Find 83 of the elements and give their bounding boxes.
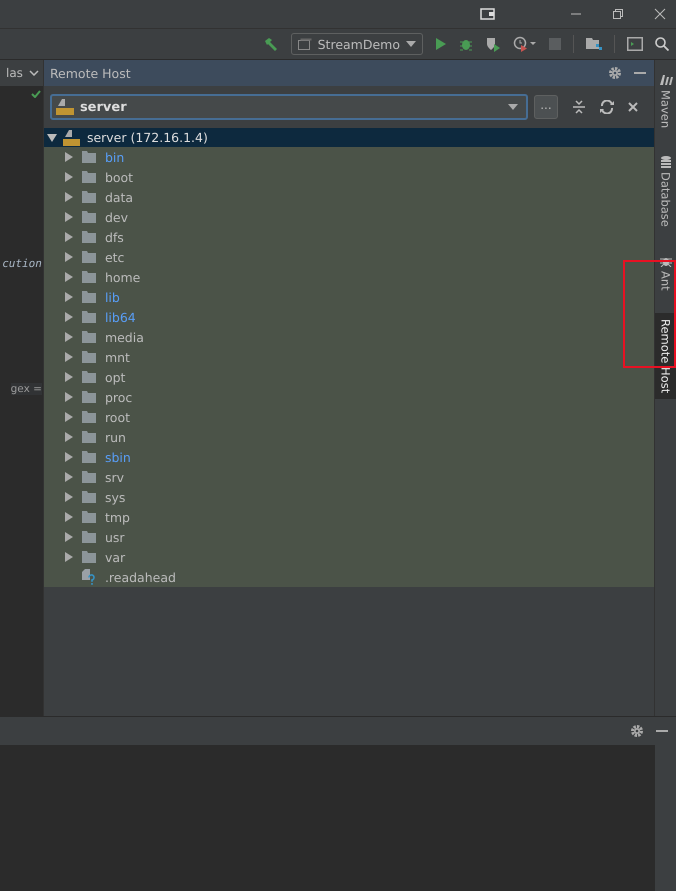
folder-icon [82,231,96,243]
refresh-icon[interactable] [600,100,614,114]
folder-icon [82,471,96,483]
folder-icon [82,191,96,203]
unknown-file-icon [82,569,96,585]
tree-item[interactable]: sys [44,487,654,507]
more-button[interactable]: ... [534,95,558,119]
tree-item[interactable]: lib64 [44,307,654,327]
side-tab[interactable]: Ant [655,249,676,297]
tree-item[interactable]: proc [44,387,654,407]
close-icon[interactable] [628,102,638,112]
folder-icon [82,351,96,363]
folder-icon [82,251,96,263]
folder-icon [82,391,96,403]
server-dropdown[interactable]: server [50,94,528,120]
restore-icon[interactable] [612,8,624,20]
folder-icon [82,211,96,223]
folder-icon [82,331,96,343]
tree-item[interactable]: server (172.16.1.4) [44,128,654,147]
folder-icon [82,411,96,423]
run-configuration-dropdown[interactable]: StreamDemo [290,33,423,55]
tree-item[interactable]: .readahead [44,567,654,587]
search-icon[interactable] [655,37,669,51]
caret-icon [406,41,416,47]
tree-item[interactable]: dev [44,207,654,227]
ant-icon [660,255,672,268]
bug-icon[interactable] [459,37,473,51]
database-icon [660,156,672,168]
caret-icon [508,104,518,110]
folder-icon [82,491,96,503]
tree-item[interactable]: opt [44,367,654,387]
folder-icon [82,511,96,523]
tree-item[interactable]: srv [44,467,654,487]
folder-icon [82,271,96,283]
folder-icon [82,531,96,543]
tree-item[interactable]: boot [44,167,654,187]
hammer-icon[interactable] [262,36,279,52]
folder-icon [82,371,96,383]
panel-title: Remote Host [50,66,132,80]
editor-tab[interactable]: las [0,60,43,86]
code-text: gex = [10,383,42,395]
tree-item[interactable]: tmp [44,507,654,527]
window-icon [298,38,312,50]
close-icon[interactable] [654,8,666,20]
tree-item[interactable]: var [44,547,654,567]
sftp-server-icon [62,130,81,146]
collapse-icon[interactable] [572,100,586,114]
tree-item[interactable]: data [44,187,654,207]
folder-icon [82,431,96,443]
tree-item[interactable]: media [44,327,654,347]
sftp-server-icon [56,99,76,115]
folder-icon [82,291,96,303]
tree-item[interactable]: dfs [44,227,654,247]
tree-item[interactable]: lib [44,287,654,307]
tree-item[interactable]: usr [44,527,654,547]
side-tab[interactable]: Database [655,150,676,234]
folder-icon [82,311,96,323]
tree-item[interactable]: root [44,407,654,427]
tree-item[interactable]: run [44,427,654,447]
folder-icon [82,171,96,183]
tree-item[interactable]: sbin [44,447,654,467]
folder-icon [82,451,96,463]
coverage-icon[interactable] [485,36,501,52]
code-text: cution [2,257,42,270]
maven-icon [658,74,672,86]
side-tab[interactable]: Remote Host [655,312,676,399]
window-icon[interactable] [480,8,496,20]
profiler-icon[interactable] [513,36,537,52]
settings-icon[interactable] [608,66,622,80]
tree-item[interactable]: home [44,267,654,287]
terminal-icon[interactable] [627,37,643,51]
tree-item[interactable]: bin [44,147,654,167]
side-tab[interactable]: Maven [655,68,676,134]
check-icon [30,90,41,98]
tree-item[interactable]: etc [44,247,654,267]
folder-icon [82,151,96,163]
project-structure-icon[interactable] [586,37,602,51]
run-icon[interactable] [435,37,447,51]
tree-item[interactable]: mnt [44,347,654,367]
settings-icon[interactable] [630,724,644,738]
chevron-icon [28,70,39,76]
collapse-arrow-icon[interactable] [46,132,57,142]
folder-icon [82,551,96,563]
